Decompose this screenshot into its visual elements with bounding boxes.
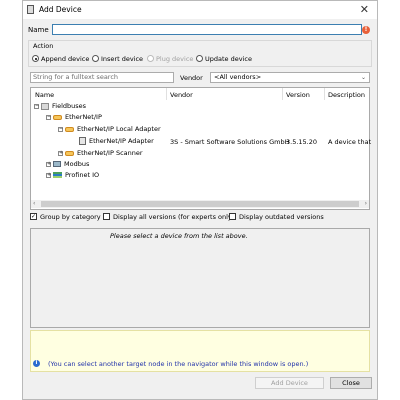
title-bar: Add Device ✕ [23,1,377,19]
tree-item-modbus[interactable]: + Modbus [46,159,89,169]
device-icon [79,137,86,145]
tree-item-adapter[interactable]: EtherNet/IP Adapter [79,136,154,146]
scroll-right-icon[interactable]: › [365,200,367,207]
update-device-radio[interactable]: Update device [196,54,252,63]
group-by-category-checkbox[interactable]: ✓ Group by category [30,212,101,221]
add-device-button[interactable]: Add Device [255,377,324,389]
expand-icon[interactable]: + [58,150,63,156]
ethernet-icon [65,126,74,132]
tree-item-local-adapter[interactable]: − EtherNet/IP Local Adapter [58,124,161,134]
vendor-label: Vendor [180,74,203,82]
expand-icon[interactable]: + [46,161,51,167]
collapse-icon[interactable]: − [34,103,39,109]
adapter-vendor: 3S - Smart Software Solutions GmbH [170,138,290,146]
description-placeholder: Please select a device from the list abo… [110,232,248,240]
tree-item-scanner[interactable]: + EtherNet/IP Scanner [58,148,143,158]
folder-icon [41,102,49,110]
insert-device-radio[interactable]: Insert device [92,54,143,63]
tree-item-profinet[interactable]: + Profinet IO [46,170,99,180]
adapter-version: 3.5.15.20 [286,138,318,146]
column-header-description[interactable]: Description [328,91,365,99]
ethernet-icon [65,150,74,156]
description-panel [30,228,370,328]
chevron-down-icon: ⌄ [360,74,366,81]
ethernet-icon [53,114,62,120]
window-title: Add Device [39,5,82,14]
column-header-vendor[interactable]: Vendor [170,91,193,99]
profinet-icon [53,172,62,178]
search-input[interactable]: String for a fulltext search [30,72,174,83]
info-icon: i [33,360,40,367]
display-outdated-versions-checkbox[interactable]: Display outdated versions [229,212,324,221]
scroll-left-icon[interactable]: ‹ [33,200,35,207]
plug-device-radio: Plug device [147,54,193,63]
horizontal-scrollbar[interactable]: ‹ › [31,200,369,208]
close-icon[interactable]: ✕ [360,3,369,16]
collapse-icon[interactable]: − [58,126,63,132]
display-all-versions-checkbox[interactable]: Display all versions (for experts only) [103,212,234,221]
close-button[interactable]: Close [330,377,372,389]
tree-item-fieldbuses[interactable]: − Fieldbuses [34,101,86,111]
name-input[interactable] [52,24,362,35]
info-text: (You can select another target node in t… [48,360,309,368]
vendor-select[interactable]: <All vendors> ⌄ [210,72,370,83]
tree-item-ethernetip[interactable]: − EtherNet/IP [46,112,102,122]
expand-icon[interactable]: + [46,172,51,178]
action-label: Action [32,42,55,50]
error-icon: ! [362,26,370,34]
column-header-version[interactable]: Version [286,91,310,99]
name-label: Name [28,26,49,34]
column-header-name[interactable]: Name [35,91,54,99]
append-device-radio[interactable]: Append device [32,54,89,63]
collapse-icon[interactable]: − [46,114,51,120]
modbus-icon [53,161,61,167]
device-icon [27,5,34,14]
adapter-description: A device that [328,138,372,146]
